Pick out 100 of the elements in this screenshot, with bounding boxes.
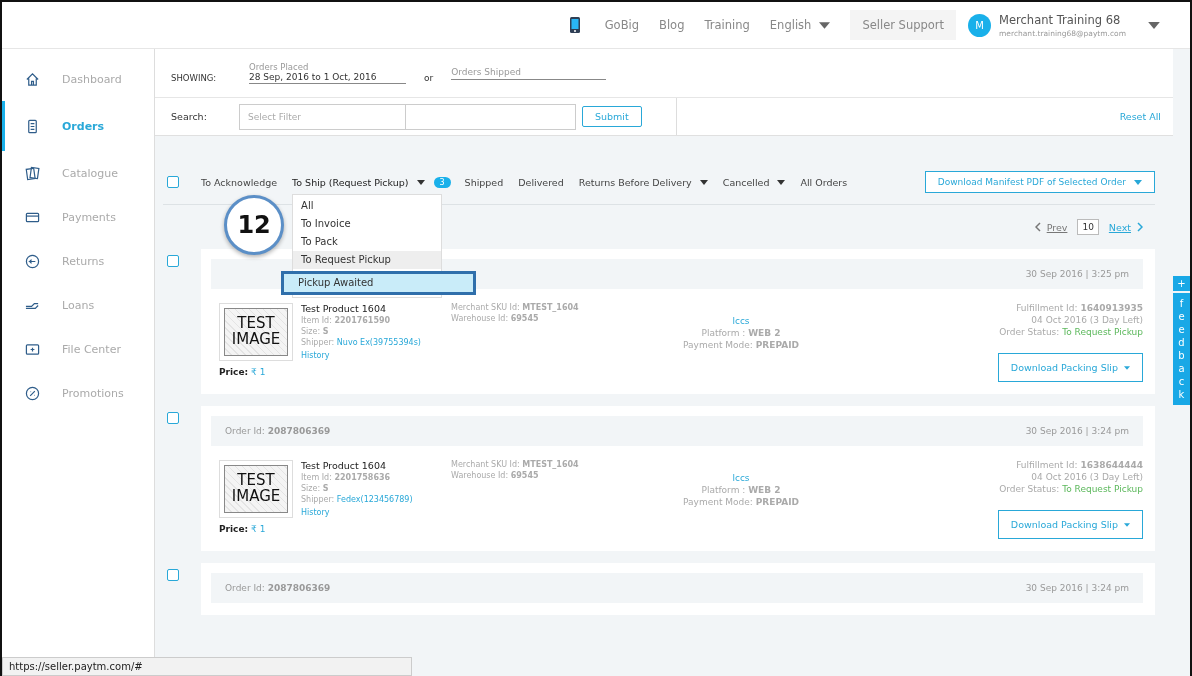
caret-icon [819,21,831,29]
payment-mode: Payment Mode: PREPAID [683,340,799,350]
menu-item[interactable]: To Invoice [293,214,442,233]
feedback-tab[interactable]: feedback [1173,293,1190,405]
sidebar-item[interactable]: Returns [2,239,154,283]
fulfillment-id: Fulfillment Id: 1640913935 [1016,303,1143,313]
menu-item[interactable]: All [293,196,442,215]
order-status-label: Order Status: [999,484,1060,494]
phone-icon[interactable] [568,16,581,34]
percent-icon [25,385,40,401]
status-bar-url: https://seller.paytm.com/# [2,657,412,676]
price-value: ₹ 1 [251,523,266,534]
warehouse-id: Warehouse Id: 69545 [451,314,540,323]
order-checkbox[interactable] [167,569,179,581]
merchant-sku: Merchant SKU Id: MTEST_1604 [451,303,580,312]
status-tab[interactable]: Cancelled [722,176,786,188]
channel-link[interactable]: lccs [732,316,750,326]
order-date: 30 Sep 2016 | 3:25 pm [1025,269,1129,279]
nav-link[interactable]: Blog [659,18,685,32]
prev-link[interactable]: Prev [1034,221,1068,233]
chevron-left-icon [1034,222,1041,232]
status-tab[interactable]: To Ship (Request Pickup) [292,176,425,188]
sidebar-item[interactable]: Loans [2,283,154,327]
platform: Platform : WEB 2 [701,485,781,495]
next-link[interactable]: Next [1108,221,1143,233]
order-status-label: Order Status: [999,327,1060,337]
order-id: Order Id: 2087806369 [225,426,331,436]
merchant-sku: Merchant SKU Id: MTEST_1604 [451,460,580,469]
search-field[interactable] [406,103,576,130]
status-tab[interactable]: To Acknowledge [201,176,278,188]
house-icon [25,71,40,87]
order-status: To Request Pickup [1062,327,1143,337]
menu-item[interactable]: To Request Pickup [293,250,442,269]
menu-item[interactable]: To Pack [293,232,442,251]
status-tab[interactable]: All Orders [800,176,848,188]
size: Size: S [301,484,330,493]
sidebar-item[interactable]: File Center [2,327,154,371]
menu-item[interactable]: Pickup Awaited [281,270,477,295]
channel-link[interactable]: lccs [732,473,750,483]
product-name: Test Product 1604 [301,460,387,471]
select-all-checkbox[interactable] [167,176,179,188]
platform: Platform : WEB 2 [701,328,781,338]
sidebar-item[interactable]: Dashboard [2,57,154,101]
order-id: Order Id: 2087806369 [225,583,331,593]
image-text: TEST IMAGE [224,308,288,356]
shipper-link[interactable]: Nuvo Ex(39755394s) [336,338,421,347]
seller-support-button[interactable]: Seller Support [850,10,957,40]
payment-mode: Payment Mode: PREPAID [683,497,799,507]
select-filter-field[interactable]: Select Filter [239,103,406,130]
caret-icon[interactable] [1148,21,1160,29]
submit-button[interactable]: Submit [582,106,642,127]
page-size-field[interactable]: 10 [1077,219,1099,235]
document-icon [25,118,40,134]
shipper-label: Shipper: [301,338,335,347]
chevron-right-icon [1137,222,1143,232]
shipper-label: Shipper: [301,495,335,504]
language-dropdown[interactable]: English [769,18,831,32]
status-tab[interactable]: Returns Before Delivery [578,176,708,188]
history-link[interactable]: History [301,508,451,517]
product-name: Test Product 1604 [301,303,387,314]
history-link[interactable]: History [301,351,451,360]
return-icon [25,253,40,269]
step-number-callout: 12 [224,194,285,255]
folder-icon [25,341,40,357]
or-label: or [424,73,434,83]
fulfillment-id: Fulfillment Id: 1638644444 [1016,460,1143,470]
download-manifest-button[interactable]: Download Manifest PDF of Selected Order [924,171,1155,193]
download-packing-slip-button[interactable]: Download Packing Slip [997,353,1143,382]
order-date: 30 Sep 2016 | 3:24 pm [1025,583,1129,593]
nav-link[interactable]: Training [704,18,750,32]
status-tab[interactable]: Delivered [518,176,564,188]
sidebar-item[interactable]: Catalogue [2,151,154,195]
search-label: Search: [171,111,208,122]
order-checkbox[interactable] [167,412,179,424]
size: Size: S [301,327,330,336]
sidebar-item[interactable]: Promotions [2,371,154,415]
item-id: Item Id: 2201761590 [301,316,392,325]
image-text: TEST IMAGE [224,465,288,513]
order-checkbox[interactable] [167,255,179,267]
nav-link[interactable]: GoBig [604,18,640,32]
price-value: ₹ 1 [251,366,266,377]
download-packing-slip-button[interactable]: Download Packing Slip [997,510,1143,539]
shipper-link[interactable]: Fedex(123456789) [336,495,413,504]
feedback-plus-button[interactable]: + [1173,276,1190,291]
showing-label: SHOWING: [171,73,218,83]
warehouse-id: Warehouse Id: 69545 [451,471,540,480]
item-id: Item Id: 2201758636 [301,473,392,482]
user-name: Merchant Training 68 [999,12,1122,27]
sidebar-item[interactable]: Payments [2,195,154,239]
date-range-field[interactable]: Orders Placed 28 Sep, 2016 to 1 Oct, 2016 [249,62,406,84]
cards-icon [25,165,40,181]
caret-icon [1134,179,1142,185]
due-date: 04 Oct 2016 (3 Day Left) [1031,472,1143,482]
reset-all-link[interactable]: Reset All [1119,111,1161,122]
caret-icon [1124,522,1130,527]
order-status: To Request Pickup [1062,484,1143,494]
due-date: 04 Oct 2016 (3 Day Left) [1031,315,1143,325]
avatar[interactable]: M [968,13,992,37]
status-tab[interactable]: Shipped [464,176,504,188]
price-label: Price: [219,366,249,377]
